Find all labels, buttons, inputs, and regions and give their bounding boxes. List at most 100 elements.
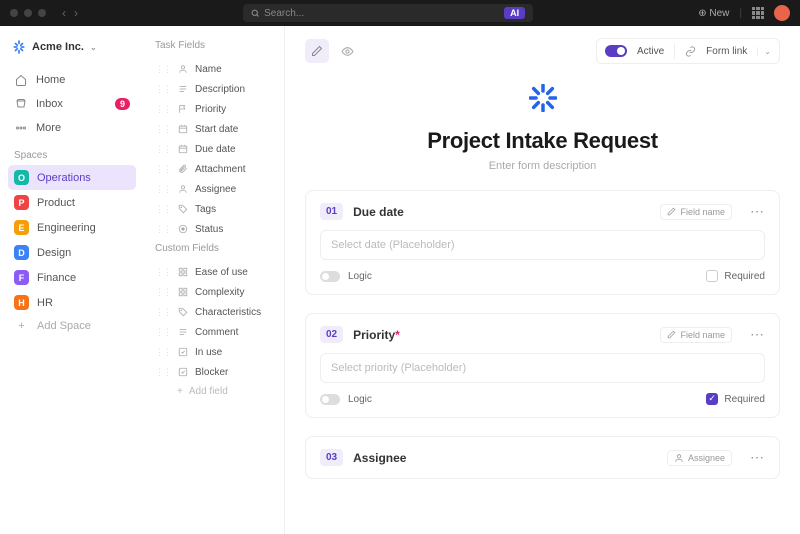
- form-description[interactable]: Enter form description: [305, 160, 780, 172]
- more-icon: [14, 121, 28, 135]
- field-name-tag[interactable]: Field name: [660, 327, 732, 343]
- field-label: Name: [195, 64, 222, 75]
- top-bar: ‹ › Search... AI ⊕ New |: [0, 0, 800, 26]
- form-card-due-date[interactable]: 01 Due date Field name ⋯ Select date (Pl…: [305, 190, 780, 295]
- status-icon: [177, 223, 189, 235]
- drag-handle-icon[interactable]: ⋮⋮: [155, 64, 171, 75]
- field-item-characteristics[interactable]: ⋮⋮Characteristics: [153, 302, 276, 322]
- space-item-design[interactable]: DDesign: [8, 240, 136, 265]
- topbar-right: ⊕ New |: [698, 5, 790, 21]
- space-icon: O: [14, 170, 29, 185]
- space-icon: D: [14, 245, 29, 260]
- card-title[interactable]: Due date: [353, 205, 404, 219]
- add-field-button[interactable]: ⋮⋮ + Add field: [153, 382, 276, 401]
- form-header: Project Intake Request Enter form descri…: [305, 84, 780, 172]
- field-item-attachment[interactable]: ⋮⋮Attachment: [153, 159, 276, 179]
- field-item-tags[interactable]: ⋮⋮Tags: [153, 199, 276, 219]
- add-space-button[interactable]: + Add Space: [8, 315, 136, 337]
- space-icon: H: [14, 295, 29, 310]
- search-bar[interactable]: Search... AI: [243, 4, 533, 22]
- drag-handle-icon[interactable]: ⋮⋮: [155, 267, 171, 278]
- logic-toggle[interactable]: [320, 394, 340, 405]
- form-title[interactable]: Project Intake Request: [305, 128, 780, 154]
- drag-handle-icon[interactable]: ⋮⋮: [155, 164, 171, 175]
- drag-handle-icon[interactable]: ⋮⋮: [155, 287, 171, 298]
- chevron-down-icon[interactable]: ⌄: [757, 47, 771, 56]
- drag-handle-icon[interactable]: ⋮⋮: [155, 224, 171, 235]
- nav-home[interactable]: Home: [8, 68, 136, 92]
- space-item-engineering[interactable]: EEngineering: [8, 215, 136, 240]
- required-checkbox[interactable]: [706, 270, 718, 282]
- more-button[interactable]: ⋯: [750, 326, 765, 343]
- field-item-due-date[interactable]: ⋮⋮Due date: [153, 139, 276, 159]
- required-check[interactable]: Required: [706, 393, 765, 405]
- user-avatar[interactable]: [774, 5, 790, 21]
- maximize-dot[interactable]: [38, 9, 46, 17]
- field-item-in-use[interactable]: ⋮⋮In use: [153, 342, 276, 362]
- field-item-priority[interactable]: ⋮⋮Priority: [153, 99, 276, 119]
- required-check[interactable]: Required: [706, 270, 765, 282]
- space-icon: P: [14, 195, 29, 210]
- ai-badge[interactable]: AI: [504, 7, 525, 19]
- more-button[interactable]: ⋯: [750, 449, 765, 466]
- workspace-switcher[interactable]: Acme Inc. ⌄: [8, 36, 136, 58]
- check-icon: [177, 366, 189, 378]
- drag-handle-icon[interactable]: ⋮⋮: [155, 124, 171, 135]
- active-toggle[interactable]: [605, 45, 627, 57]
- search-icon: [251, 9, 260, 18]
- drag-handle-icon[interactable]: ⋮⋮: [155, 367, 171, 378]
- drag-handle-icon[interactable]: ⋮⋮: [155, 307, 171, 318]
- form-link-label[interactable]: Form link: [706, 46, 747, 57]
- card-title[interactable]: Priority*: [353, 328, 400, 342]
- form-card-assignee[interactable]: 03 Assignee Assignee ⋯: [305, 436, 780, 479]
- field-item-assignee[interactable]: ⋮⋮Assignee: [153, 179, 276, 199]
- form-card-priority[interactable]: 02 Priority* Field name ⋯ Select priorit…: [305, 313, 780, 418]
- nav-more[interactable]: More: [8, 116, 136, 140]
- space-item-hr[interactable]: HHR: [8, 290, 136, 315]
- field-item-status[interactable]: ⋮⋮Status: [153, 219, 276, 239]
- forward-arrow[interactable]: ›: [74, 6, 78, 20]
- field-item-name[interactable]: ⋮⋮ Name: [153, 59, 276, 79]
- field-item-blocker[interactable]: ⋮⋮ Blocker: [153, 362, 276, 382]
- user-icon: [177, 183, 189, 195]
- field-item-start-date[interactable]: ⋮⋮Start date: [153, 119, 276, 139]
- nav-inbox[interactable]: Inbox 9: [8, 92, 136, 116]
- more-button[interactable]: ⋯: [750, 203, 765, 220]
- add-field-label: Add field: [189, 386, 228, 397]
- space-item-product[interactable]: PProduct: [8, 190, 136, 215]
- drag-handle-icon[interactable]: ⋮⋮: [155, 347, 171, 358]
- drag-handle-icon[interactable]: ⋮⋮: [155, 204, 171, 215]
- drag-handle-icon[interactable]: ⋮⋮: [155, 144, 171, 155]
- logic-toggle[interactable]: [320, 271, 340, 282]
- card-input[interactable]: Select date (Placeholder): [320, 230, 765, 260]
- nav-more-label: More: [36, 122, 61, 134]
- close-dot[interactable]: [10, 9, 18, 17]
- field-name-tag[interactable]: Field name: [660, 204, 732, 220]
- card-input[interactable]: Select priority (Placeholder): [320, 353, 765, 383]
- required-checkbox[interactable]: [706, 393, 718, 405]
- drag-handle-icon[interactable]: ⋮⋮: [155, 327, 171, 338]
- new-button[interactable]: ⊕ New: [698, 8, 729, 19]
- space-item-operations[interactable]: OOperations: [8, 165, 136, 190]
- apps-icon[interactable]: [752, 7, 764, 19]
- back-arrow[interactable]: ‹: [62, 6, 66, 20]
- add-space-label: Add Space: [37, 320, 91, 332]
- field-item-comment[interactable]: ⋮⋮Comment: [153, 322, 276, 342]
- minimize-dot[interactable]: [24, 9, 32, 17]
- drag-handle-icon[interactable]: ⋮⋮: [155, 184, 171, 195]
- text-icon: [177, 326, 189, 338]
- drag-handle-icon[interactable]: ⋮⋮: [155, 84, 171, 95]
- drag-handle-icon[interactable]: ⋮⋮: [155, 104, 171, 115]
- field-item-complexity[interactable]: ⋮⋮Complexity: [153, 282, 276, 302]
- field-label: Blocker: [195, 367, 228, 378]
- space-item-finance[interactable]: FFinance: [8, 265, 136, 290]
- field-item-description[interactable]: ⋮⋮Description: [153, 79, 276, 99]
- toolbar: Active Form link ⌄: [305, 38, 780, 64]
- field-item-ease-of-use[interactable]: ⋮⋮ Ease of use: [153, 262, 276, 282]
- field-name-tag[interactable]: Assignee: [667, 450, 732, 466]
- plus-icon: +: [177, 386, 183, 397]
- field-label: Ease of use: [195, 267, 248, 278]
- edit-button[interactable]: [305, 39, 329, 63]
- card-title[interactable]: Assignee: [353, 451, 406, 465]
- preview-button[interactable]: [335, 39, 359, 63]
